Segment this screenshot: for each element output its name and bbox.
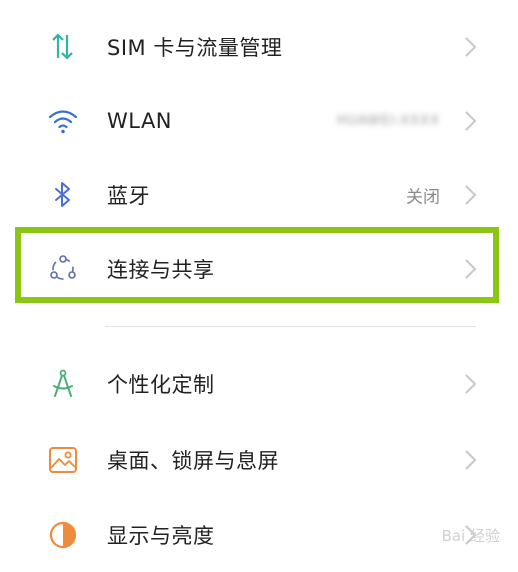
bluetooth-icon [55,182,70,207]
chevron-right-icon [465,450,477,470]
wlan-network-name: HUAWEI-XXXX [336,113,440,129]
settings-item-label: 个性化定制 [107,373,215,397]
settings-item-label: 蓝牙 [107,184,150,208]
chevron-right-icon [465,374,477,394]
chevron-right-icon [465,37,477,57]
settings-item-label: 桌面、锁屏与息屏 [107,449,279,473]
watermark: Bai 经验 [441,527,500,545]
settings-item-label: SIM 卡与流量管理 [107,36,283,60]
settings-item-display[interactable]: 显示与亮度 [0,498,518,572]
settings-item-bluetooth[interactable]: 蓝牙 关闭 [0,158,518,232]
settings-item-label: 显示与亮度 [107,524,215,548]
settings-item-sim[interactable]: SIM 卡与流量管理 [0,10,518,84]
chevron-right-icon [465,111,477,131]
settings-item-label: 连接与共享 [107,258,215,282]
wifi-icon [48,110,78,134]
settings-item-personalization[interactable]: 个性化定制 [0,347,518,421]
chevron-right-icon [465,185,477,205]
settings-item-wlan[interactable]: WLAN HUAWEI-XXXX [0,84,518,158]
settings-item-connection-share[interactable]: 连接与共享 [0,232,518,306]
chevron-right-icon [465,259,477,279]
connection-share-icon [50,255,76,280]
wallpaper-icon [49,447,77,473]
sim-data-icon [52,33,73,60]
settings-item-label: WLAN [107,109,173,133]
personalization-icon [53,369,73,397]
section-divider [105,326,476,327]
settings-item-wallpaper[interactable]: 桌面、锁屏与息屏 [0,423,518,497]
bluetooth-status: 关闭 [406,187,440,208]
display-brightness-icon [49,521,77,549]
